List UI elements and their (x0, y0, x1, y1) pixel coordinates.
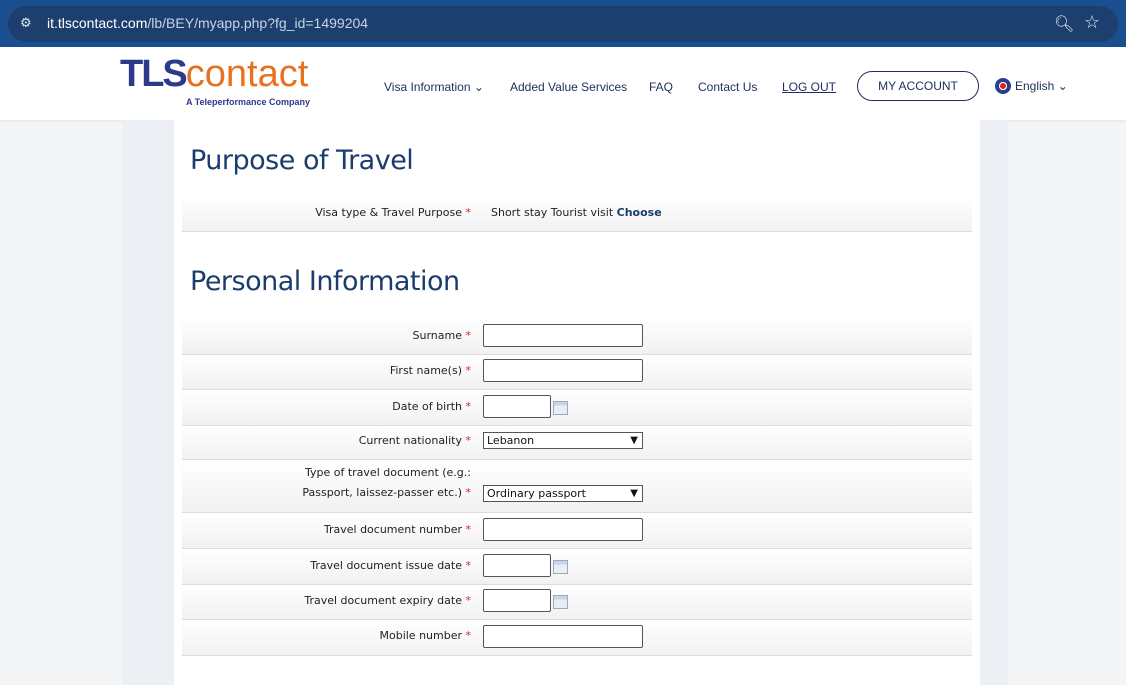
nav-visa-information[interactable]: Visa Information ⌄ (384, 80, 484, 94)
first-name-row: First name(s) * (182, 355, 972, 390)
first-name-label: First name(s) * (389, 364, 471, 377)
purpose-title: Purpose of Travel (190, 145, 414, 176)
url-text[interactable]: it.tlscontact.com/lb/BEY/myapp.php?fg_id… (47, 15, 368, 31)
chevron-down-icon: ▼ (630, 488, 638, 499)
uk-flag-icon (995, 78, 1011, 94)
travel-document-type-row: Type of travel document (e.g.: Passport, … (182, 460, 972, 513)
issue-date-label: Travel document issue date * (310, 559, 471, 572)
url-host: it.tlscontact.com (47, 15, 148, 31)
logo-tls: TLS (120, 53, 188, 95)
site-header: TLScontact A Teleperformance Company Vis… (0, 47, 1126, 120)
nav-label: Visa Information (384, 80, 471, 94)
expiry-date-label: Travel document expiry date * (304, 594, 471, 607)
site-settings-icon[interactable]: ⚙ (20, 16, 32, 31)
date-of-birth-label: Date of birth * (392, 400, 471, 413)
chevron-down-icon: ⌄ (1057, 79, 1068, 93)
nav-log-out[interactable]: LOG OUT (782, 80, 836, 94)
issue-date-input[interactable] (483, 554, 551, 577)
personal-info-title: Personal Information (190, 266, 460, 297)
calendar-icon[interactable] (553, 595, 568, 609)
calendar-icon[interactable] (553, 401, 568, 415)
travel-document-number-label: Travel document number * (323, 523, 471, 536)
mobile-number-label: Mobile number * (379, 629, 471, 642)
choose-link[interactable]: Choose (617, 206, 662, 219)
nav-faq[interactable]: FAQ (649, 80, 673, 94)
mobile-number-row: Mobile number * (182, 620, 972, 656)
visa-type-value: Short stay Tourist visit Choose (491, 206, 662, 219)
visa-type-row: Visa type & Travel Purpose * Short stay … (182, 197, 972, 232)
travel-document-number-row: Travel document number * (182, 513, 972, 549)
zoom-icon[interactable]: 🔍︎ (1054, 14, 1074, 33)
language-label: English (1015, 79, 1055, 93)
chevron-down-icon: ▼ (630, 435, 638, 446)
surname-input[interactable] (483, 324, 643, 347)
expiry-date-input[interactable] (483, 589, 551, 612)
nationality-label: Current nationality * (358, 434, 471, 447)
calendar-icon[interactable] (553, 560, 568, 574)
logo-contact: contact (185, 53, 309, 95)
travel-document-number-input[interactable] (483, 518, 643, 541)
language-selector[interactable]: English ⌄ (995, 78, 1068, 94)
nationality-row: Current nationality * Lebanon ▼ (182, 426, 972, 460)
travel-document-type-select[interactable]: Ordinary passport ▼ (483, 485, 643, 502)
visa-type-label: Visa type & Travel Purpose * (315, 206, 471, 219)
bookmark-star-icon[interactable]: ☆ (1084, 12, 1100, 33)
expiry-date-row: Travel document expiry date * (182, 585, 972, 620)
nav-contact-us[interactable]: Contact Us (698, 80, 757, 94)
mobile-number-input[interactable] (483, 625, 643, 648)
url-path: /lb/BEY/myapp.php?fg_id=1499204 (147, 15, 369, 31)
tlscontact-logo[interactable]: TLScontact A Teleperformance Company (120, 53, 310, 107)
my-account-button[interactable]: MY ACCOUNT (857, 71, 979, 101)
travel-document-type-label: Type of travel document (e.g.: Passport, … (302, 466, 471, 499)
nav-added-value-services[interactable]: Added Value Services (510, 80, 627, 94)
chevron-down-icon: ⌄ (473, 80, 484, 94)
nationality-select[interactable]: Lebanon ▼ (483, 432, 643, 449)
first-name-input[interactable] (483, 359, 643, 382)
surname-row: Surname * (182, 318, 972, 355)
date-of-birth-row: Date of birth * (182, 390, 972, 426)
surname-label: Surname * (412, 329, 471, 342)
date-of-birth-input[interactable] (483, 395, 551, 418)
browser-bar: ⚙ it.tlscontact.com/lb/BEY/myapp.php?fg_… (0, 0, 1126, 47)
address-bar[interactable]: ⚙ it.tlscontact.com/lb/BEY/myapp.php?fg_… (8, 6, 1118, 42)
issue-date-row: Travel document issue date * (182, 549, 972, 585)
logo-subtitle: A Teleperformance Company (186, 97, 311, 107)
